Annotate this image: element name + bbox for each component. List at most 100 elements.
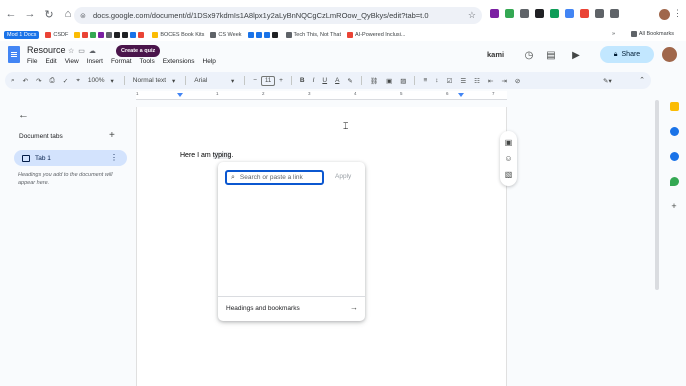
decrease-font-size-button[interactable]: −	[253, 77, 257, 84]
apply-button[interactable]: Apply	[335, 173, 351, 180]
document-tabs-heading: Document tabs	[19, 133, 63, 140]
bookmark-boces-book-kits[interactable]: BOCES Book Kits	[152, 31, 204, 38]
site-info-icon[interactable]: ⊜	[80, 12, 88, 20]
headings-and-bookmarks-link[interactable]: Headings and bookmarks	[226, 305, 300, 312]
avatar[interactable]	[662, 47, 677, 62]
spellcheck-icon[interactable]: ✓	[63, 77, 68, 85]
extension-icon[interactable]	[550, 9, 559, 18]
comments-icon[interactable]: ▤	[545, 50, 557, 62]
menu-format[interactable]: Format	[111, 58, 132, 65]
move-folder-icon[interactable]: ▭	[78, 47, 85, 55]
browser-menu-icon[interactable]: ⋮	[673, 8, 682, 19]
arrow-right-icon[interactable]: →	[350, 303, 358, 312]
search-menus-icon[interactable]: ⌕	[11, 77, 15, 85]
insert-image-icon[interactable]: ▨	[400, 77, 406, 85]
left-indent-marker[interactable]	[177, 93, 183, 97]
cloud-status-icon[interactable]: ☁	[89, 47, 96, 55]
suggest-edits-icon[interactable]: ▧	[505, 170, 513, 179]
extension-icon[interactable]	[535, 9, 544, 18]
forward-icon[interactable]: →	[22, 6, 38, 22]
extension-icon[interactable]	[520, 9, 529, 18]
add-apps-icon[interactable]: +	[670, 202, 679, 211]
back-icon[interactable]: ←	[3, 6, 19, 22]
menu-file[interactable]: File	[27, 58, 37, 65]
create-quiz-button[interactable]: Create a quiz	[116, 45, 161, 57]
insert-comment-icon[interactable]: ▣	[386, 77, 392, 85]
clear-formatting-icon[interactable]: ⊘	[515, 77, 520, 85]
decrease-indent-icon[interactable]: ⇤	[488, 77, 493, 85]
line-spacing-icon[interactable]: ↕	[435, 77, 438, 84]
all-bookmarks[interactable]: All Bookmarks	[630, 31, 674, 37]
bold-button[interactable]: B	[300, 77, 305, 84]
bookmark-favicon-icon	[82, 31, 89, 38]
history-icon[interactable]: ◷	[523, 50, 535, 62]
zoom-select[interactable]: 100% ▾	[88, 77, 114, 85]
bookmark-cs-week[interactable]: CS Week	[210, 31, 242, 38]
extension-icon[interactable]	[505, 9, 514, 18]
tab-search-icon[interactable]	[610, 9, 619, 18]
bulleted-list-icon[interactable]: ☰	[460, 77, 466, 85]
italic-button[interactable]: I	[313, 77, 315, 84]
bookmarks-overflow-icon[interactable]: »	[612, 31, 615, 37]
document-title[interactable]: Resource	[27, 45, 66, 55]
link-search-input[interactable]: ⌕ Search or paste a link	[225, 170, 324, 185]
add-tab-button[interactable]: +	[109, 130, 115, 141]
underline-button[interactable]: U	[322, 77, 327, 84]
share-button[interactable]: 🔒︎ Share	[600, 46, 654, 63]
star-icon[interactable]: ☆	[68, 47, 74, 55]
redo-icon[interactable]: ↷	[36, 77, 41, 85]
bookmark-label: Tech This, Not That	[293, 31, 342, 38]
contacts-icon[interactable]	[669, 152, 679, 161]
text-color-button[interactable]: A	[335, 77, 339, 84]
bookmark-mod-1-docs[interactable]: Mod 1 Docs	[4, 30, 40, 39]
extension-icon[interactable]	[565, 9, 574, 18]
add-comment-icon[interactable]: ▣	[505, 138, 513, 147]
address-bar[interactable]: ⊜ docs.google.com/document/d/1DSx97kdmIs…	[74, 7, 482, 24]
bookmark-icons-2[interactable]	[247, 31, 280, 38]
meet-icon[interactable]: ▶	[570, 50, 582, 62]
increase-font-size-button[interactable]: +	[279, 77, 283, 84]
bookmark-star-icon[interactable]: ☆	[468, 10, 476, 21]
style-select[interactable]: Normal text ▾	[133, 77, 176, 85]
menu-insert[interactable]: Insert	[87, 58, 103, 65]
numbered-list-icon[interactable]: ☷	[474, 77, 480, 85]
vertical-scrollbar[interactable]	[655, 100, 659, 290]
checklist-icon[interactable]: ☑	[447, 77, 453, 85]
emoji-reaction-icon[interactable]: ☺	[504, 154, 512, 163]
close-outline-icon[interactable]: ←	[18, 109, 29, 121]
tab-item-tab-1[interactable]: Tab 1 ⋮	[14, 150, 127, 166]
font-size-input[interactable]: 11	[261, 75, 276, 86]
menu-help[interactable]: Help	[203, 58, 216, 65]
right-indent-marker[interactable]	[458, 93, 464, 97]
font-select[interactable]: Arial ▾	[194, 77, 234, 85]
bookmark-csdf[interactable]: CSDF	[45, 31, 68, 38]
tasks-icon[interactable]	[669, 127, 679, 136]
menu-tools[interactable]: Tools	[140, 58, 155, 65]
align-icon[interactable]: ≡	[423, 77, 427, 84]
increase-indent-icon[interactable]: ⇥	[501, 77, 506, 85]
kami-button[interactable]: kami	[487, 50, 504, 59]
puzzle-icon[interactable]	[595, 9, 604, 18]
extension-icon[interactable]	[580, 9, 589, 18]
editing-mode-icon[interactable]: ✎▾	[603, 77, 612, 85]
hide-menus-icon[interactable]: ⌃	[639, 76, 645, 84]
bookmark-ai-powered[interactable]: AI-Powered Inclusi...	[347, 31, 405, 38]
tab-options-icon[interactable]: ⋮	[110, 153, 118, 162]
keep-icon[interactable]	[669, 102, 679, 111]
extension-icon[interactable]	[490, 9, 499, 18]
bookmark-tech-this-not-that[interactable]: Tech This, Not That	[285, 31, 342, 38]
print-icon[interactable]: ⎙	[50, 77, 55, 85]
menu-extensions[interactable]: Extensions	[163, 58, 195, 65]
menu-edit[interactable]: Edit	[45, 58, 56, 65]
docs-logo-icon[interactable]	[8, 46, 20, 63]
maps-icon[interactable]	[669, 177, 679, 186]
reload-icon[interactable]: ↻	[41, 6, 57, 22]
bookmark-icons[interactable]	[74, 31, 146, 38]
undo-icon[interactable]: ↶	[23, 77, 28, 85]
browser-profile-avatar[interactable]	[659, 9, 670, 20]
insert-link-icon[interactable]: ⛓	[370, 77, 378, 85]
highlight-icon[interactable]: ✎	[347, 77, 352, 85]
menu-view[interactable]: View	[65, 58, 79, 65]
paint-format-icon[interactable]: ⌖	[76, 77, 80, 85]
document-body-text[interactable]: Here I am typing.	[180, 152, 233, 159]
